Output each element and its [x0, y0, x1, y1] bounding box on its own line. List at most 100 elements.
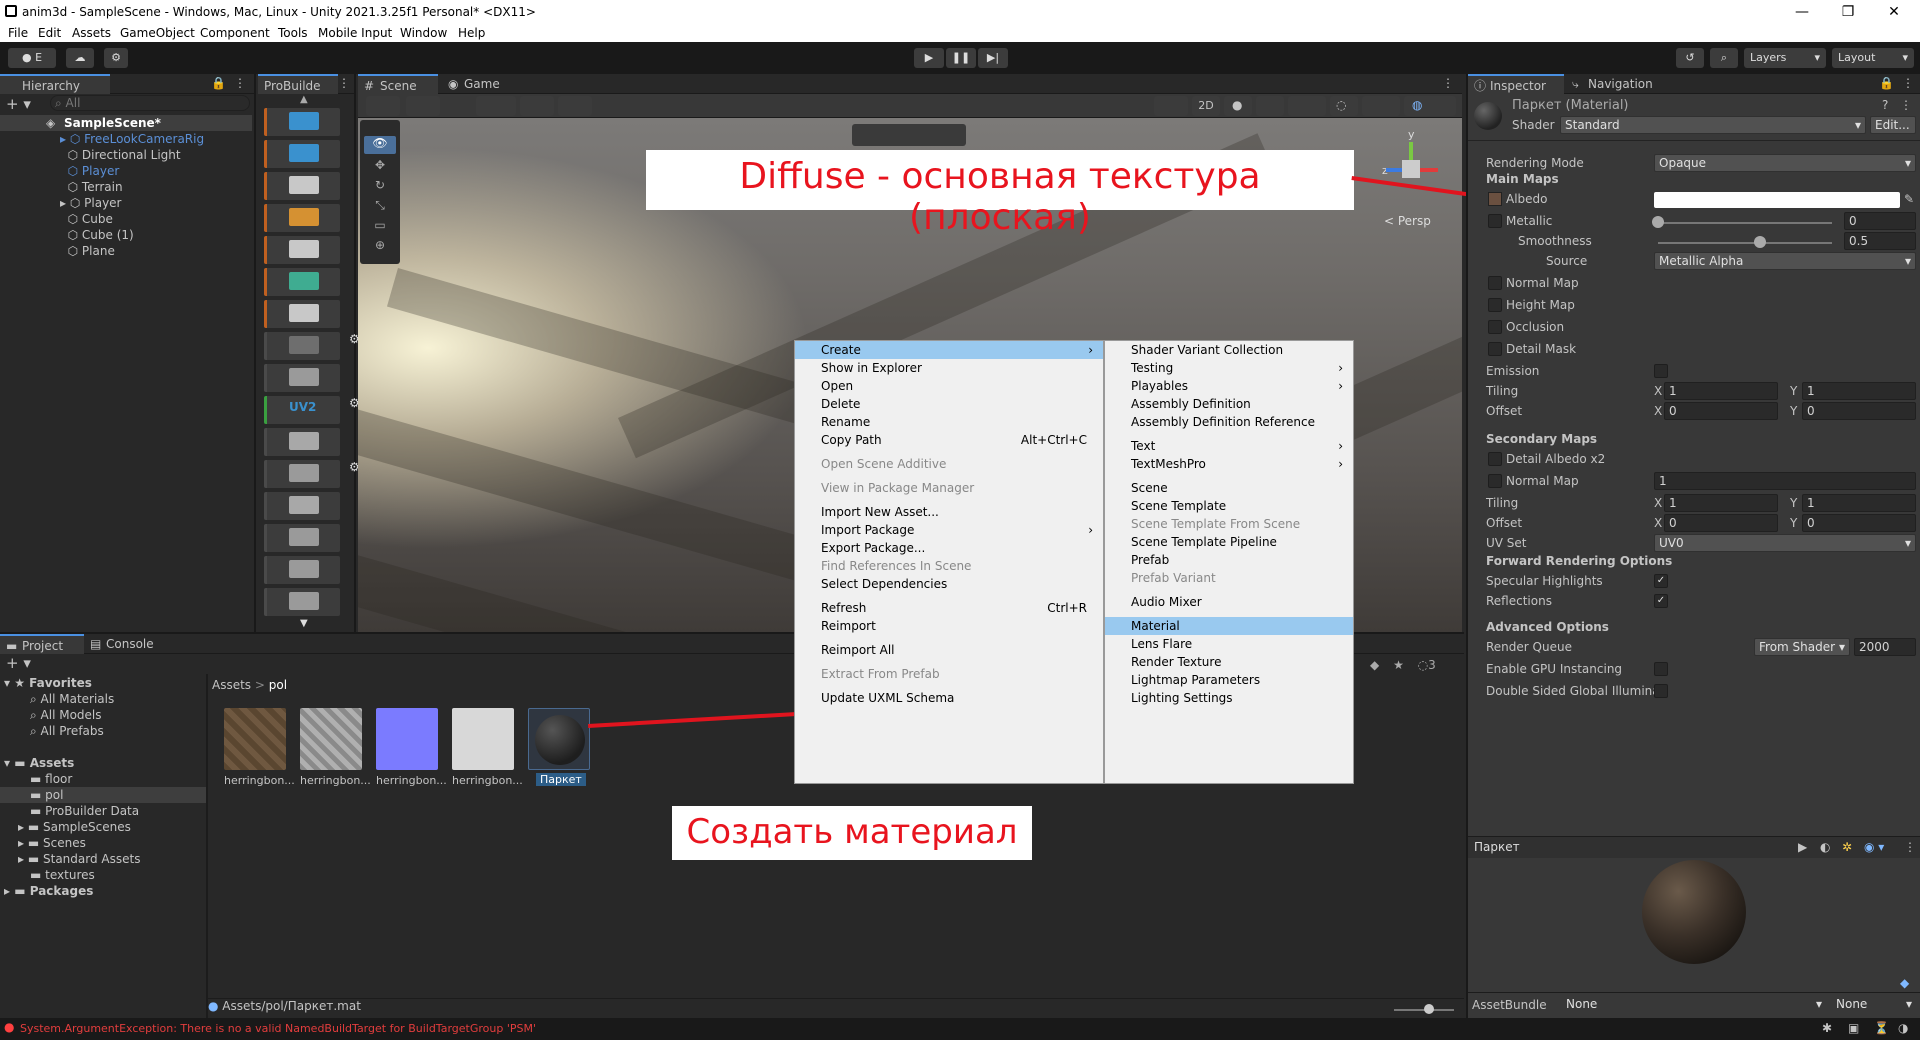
progress-icon[interactable]: ⏳: [1874, 1021, 1889, 1035]
history-button[interactable]: ↺: [1676, 48, 1704, 68]
audio-button[interactable]: [1256, 96, 1284, 116]
offset2-x-field[interactable]: 0: [1664, 514, 1778, 532]
offset-y-field[interactable]: 0: [1802, 402, 1916, 420]
smoothness-value-field[interactable]: 0.5: [1844, 232, 1916, 250]
submenu-item[interactable]: Lightmap Parameters: [1105, 671, 1353, 689]
context-menu-item[interactable]: Update UXML Schema: [795, 689, 1103, 707]
view-options-button[interactable]: [406, 96, 440, 116]
context-menu-item[interactable]: Copy Path Alt+Ctrl+C: [795, 431, 1103, 449]
texture-thumb-gray[interactable]: [300, 708, 362, 770]
play-icon[interactable]: ▶: [1798, 840, 1807, 854]
breadcrumb-leaf[interactable]: pol: [269, 678, 287, 692]
eyedropper-icon[interactable]: ✎: [1904, 192, 1914, 206]
cloud-button[interactable]: ☁: [66, 48, 94, 68]
list-item[interactable]: ⬡ Cube (1): [60, 228, 134, 242]
submenu-item[interactable]: Lens Flare: [1105, 635, 1353, 653]
menu-gameobject[interactable]: GameObject: [120, 26, 195, 40]
emission-checkbox[interactable]: [1654, 364, 1668, 378]
smoothness-slider-handle[interactable]: [1754, 236, 1766, 248]
probuilder-smoothing-button[interactable]: [264, 172, 340, 200]
menu-edit[interactable]: Edit: [38, 26, 61, 40]
tiling2-y-field[interactable]: 1: [1802, 494, 1916, 512]
context-menu-item[interactable]: Open Scene Additive: [795, 455, 1103, 473]
metallic-value-field[interactable]: 0: [1844, 212, 1916, 230]
probuilder-extrude-button[interactable]: ⚙: [264, 460, 360, 488]
assetbundle-dropdown[interactable]: None ▾: [1562, 996, 1826, 1014]
submenu-item[interactable]: Material: [1105, 617, 1353, 635]
texture-thumb-wood[interactable]: [224, 708, 286, 770]
probuilder-subdivide-button[interactable]: [264, 492, 340, 520]
search-button[interactable]: ⌕: [1710, 48, 1738, 68]
shader-edit-button[interactable]: Edit...: [1870, 116, 1916, 134]
light-icon[interactable]: ✲: [1842, 840, 1852, 854]
probuilder-material-editor-button[interactable]: [264, 204, 340, 232]
add-icon[interactable]: + ▾: [6, 95, 31, 113]
view-tool-button[interactable]: 👁: [364, 136, 396, 154]
scroll-down-icon[interactable]: ▼: [300, 618, 308, 629]
cache-icon[interactable]: ▣: [1848, 1021, 1859, 1035]
tiling-y-field[interactable]: 1: [1802, 382, 1916, 400]
context-menu-item[interactable]: Extract From Prefab: [795, 665, 1103, 683]
probuilder-merge-button[interactable]: [264, 524, 340, 552]
context-menu-item[interactable]: Select Dependencies: [795, 575, 1103, 593]
submenu-item[interactable]: Scene Template: [1105, 497, 1353, 515]
submenu-item[interactable]: Prefab: [1105, 551, 1353, 569]
context-menu-item[interactable]: Reimport All: [795, 641, 1103, 659]
shading-mode-button[interactable]: [366, 96, 400, 116]
label-icon[interactable]: ◆: [1370, 658, 1379, 672]
tab-hierarchy[interactable]: Hierarchy: [0, 74, 110, 94]
favorite-item[interactable]: ⌕ All Models: [30, 708, 102, 723]
hidden-objects-button[interactable]: ◌: [1330, 96, 1358, 116]
context-menu-item[interactable]: Import Package ›: [795, 521, 1103, 539]
mode-2d-button[interactable]: 2D: [1192, 96, 1220, 116]
list-item[interactable]: ⬡ Plane: [60, 244, 115, 258]
probuilder-uv-editor-button[interactable]: [264, 236, 340, 264]
list-item[interactable]: ⬡ Directional Light: [60, 148, 181, 162]
probuilder-bevel-button[interactable]: [264, 428, 340, 456]
tab-scene[interactable]: # Scene: [358, 74, 438, 94]
probuilder-new-poly-button[interactable]: [264, 300, 340, 328]
step-button[interactable]: ▶|: [978, 48, 1008, 68]
scale-tool-button[interactable]: ⤡: [364, 198, 396, 216]
tab-console[interactable]: ▤ Console: [84, 634, 168, 654]
submenu-item[interactable]: Assembly Definition: [1105, 395, 1353, 413]
rect-tool-button[interactable]: ▭: [364, 218, 396, 236]
context-menu-item[interactable]: Create ›: [795, 341, 1103, 359]
list-item[interactable]: ⬡ Player: [60, 164, 120, 178]
favorite-item[interactable]: ⌕ All Materials: [30, 692, 114, 707]
layers-dropdown[interactable]: Layers ▾: [1744, 48, 1826, 68]
context-menu-item[interactable]: Refresh Ctrl+R: [795, 599, 1103, 617]
albedo-slot-swatch[interactable]: [1488, 192, 1502, 206]
play-button[interactable]: ▶: [914, 48, 944, 68]
more-icon[interactable]: ⋮: [234, 76, 246, 90]
close-button[interactable]: ✕: [1874, 4, 1914, 20]
probuilder-poly-shape-button[interactable]: [264, 140, 340, 168]
orientation-gizmo[interactable]: y z: [1378, 128, 1448, 208]
maximize-button[interactable]: ❐: [1828, 4, 1868, 20]
folder-item[interactable]: ▬ pol: [30, 788, 63, 802]
context-menu-item[interactable]: Show in Explorer: [795, 359, 1103, 377]
submenu-item[interactable]: Audio Mixer: [1105, 593, 1353, 611]
draw-mode-button[interactable]: [1154, 96, 1188, 116]
folder-item[interactable]: ▬ textures: [30, 868, 95, 882]
pause-button[interactable]: ❚❚: [946, 48, 976, 68]
probuilder-flip-button[interactable]: [264, 556, 340, 584]
context-menu-item[interactable]: Delete: [795, 395, 1103, 413]
context-menu-item[interactable]: View in Package Manager: [795, 479, 1103, 497]
list-item[interactable]: ⬡ Cube: [60, 212, 113, 226]
menu-help[interactable]: Help: [458, 26, 485, 40]
submenu-item[interactable]: Shader Variant Collection: [1105, 341, 1353, 359]
increment-snap-button[interactable]: [520, 96, 554, 116]
status-error-text[interactable]: System.ArgumentException: There is no a …: [20, 1022, 536, 1035]
grid-visibility-button[interactable]: [558, 96, 592, 116]
tiling2-x-field[interactable]: 1: [1664, 494, 1778, 512]
height-map-slot[interactable]: [1488, 298, 1502, 312]
slider-handle[interactable]: [1424, 1004, 1434, 1014]
layout-dropdown[interactable]: Layout ▾: [1832, 48, 1914, 68]
uv-set-dropdown[interactable]: UV0 ▾: [1654, 534, 1916, 552]
source-dropdown[interactable]: Metallic Alpha ▾: [1654, 252, 1916, 270]
rotate-tool-button[interactable]: ↻: [364, 178, 396, 196]
tab-inspector[interactable]: ⓘ Inspector: [1468, 74, 1564, 94]
effects-button[interactable]: [1288, 96, 1326, 116]
material-preview-sphere[interactable]: [1642, 860, 1746, 964]
